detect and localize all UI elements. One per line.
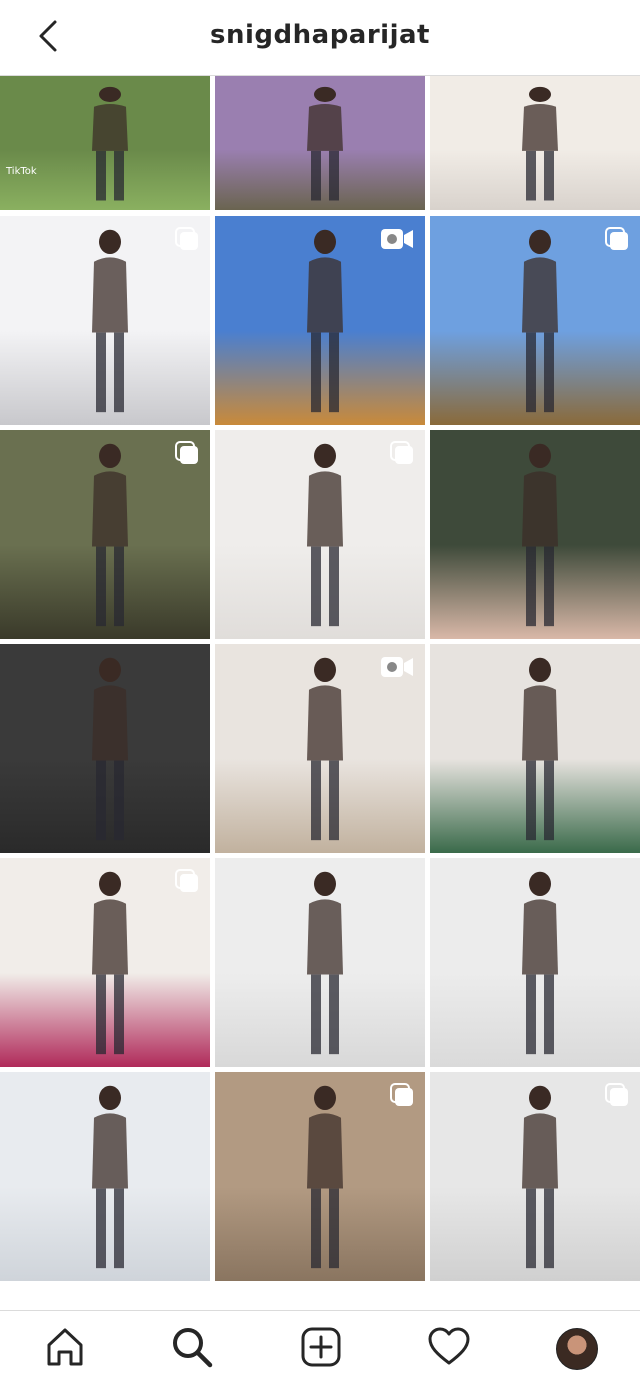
grid-post[interactable] <box>215 76 425 210</box>
person-figure <box>510 650 570 853</box>
grid-post[interactable] <box>0 216 210 425</box>
grid-post[interactable]: TikTok <box>0 76 210 210</box>
grid-post[interactable] <box>430 216 640 425</box>
grid-post[interactable] <box>0 1072 210 1281</box>
tab-home[interactable] <box>41 1325 89 1373</box>
person-figure <box>295 436 355 639</box>
carousel-icon <box>174 226 200 252</box>
grid-post[interactable] <box>215 644 425 853</box>
profile-username-title: snigdhaparijat <box>210 20 430 50</box>
tab-search[interactable] <box>168 1325 216 1373</box>
grid-post[interactable] <box>215 216 425 425</box>
grid-post[interactable] <box>0 644 210 853</box>
tab-new-post[interactable] <box>297 1325 345 1373</box>
person-figure <box>510 222 570 425</box>
carousel-icon <box>174 440 200 466</box>
grid-post[interactable] <box>430 858 640 1067</box>
person-figure <box>295 864 355 1067</box>
top-bar: snigdhaparijat <box>0 0 640 76</box>
person-figure <box>510 1078 570 1281</box>
grid-post[interactable] <box>215 858 425 1067</box>
person-figure <box>80 864 140 1067</box>
carousel-icon <box>389 440 415 466</box>
person-figure <box>80 1078 140 1281</box>
person-figure <box>80 222 140 425</box>
plus-square-icon <box>299 1325 343 1373</box>
carousel-icon <box>389 1082 415 1108</box>
person-figure <box>80 650 140 853</box>
grid-post[interactable] <box>430 644 640 853</box>
grid-post[interactable] <box>430 1072 640 1281</box>
person-figure <box>510 864 570 1067</box>
video-camera-icon <box>379 226 415 252</box>
grid-post[interactable] <box>0 430 210 639</box>
bottom-tab-bar <box>0 1310 640 1386</box>
person-figure <box>295 82 355 210</box>
person-figure <box>510 436 570 639</box>
person-figure <box>510 82 570 210</box>
person-figure <box>80 82 140 210</box>
carousel-icon <box>604 1082 630 1108</box>
carousel-icon <box>174 868 200 894</box>
video-camera-icon <box>379 654 415 680</box>
grid-post[interactable] <box>215 430 425 639</box>
person-figure <box>80 436 140 639</box>
avatar <box>556 1328 598 1370</box>
home-icon <box>43 1325 87 1373</box>
person-figure <box>295 1078 355 1281</box>
search-icon <box>170 1325 214 1373</box>
grid-post[interactable] <box>215 1072 425 1281</box>
grid-post[interactable] <box>430 76 640 210</box>
tab-activity[interactable] <box>425 1325 473 1373</box>
person-figure <box>295 222 355 425</box>
tiktok-watermark: TikTok <box>6 166 37 177</box>
person-figure <box>295 650 355 853</box>
grid-post[interactable] <box>430 430 640 639</box>
grid-post[interactable] <box>0 858 210 1067</box>
carousel-icon <box>604 226 630 252</box>
tab-profile[interactable] <box>553 1325 601 1373</box>
heart-icon <box>427 1325 471 1373</box>
